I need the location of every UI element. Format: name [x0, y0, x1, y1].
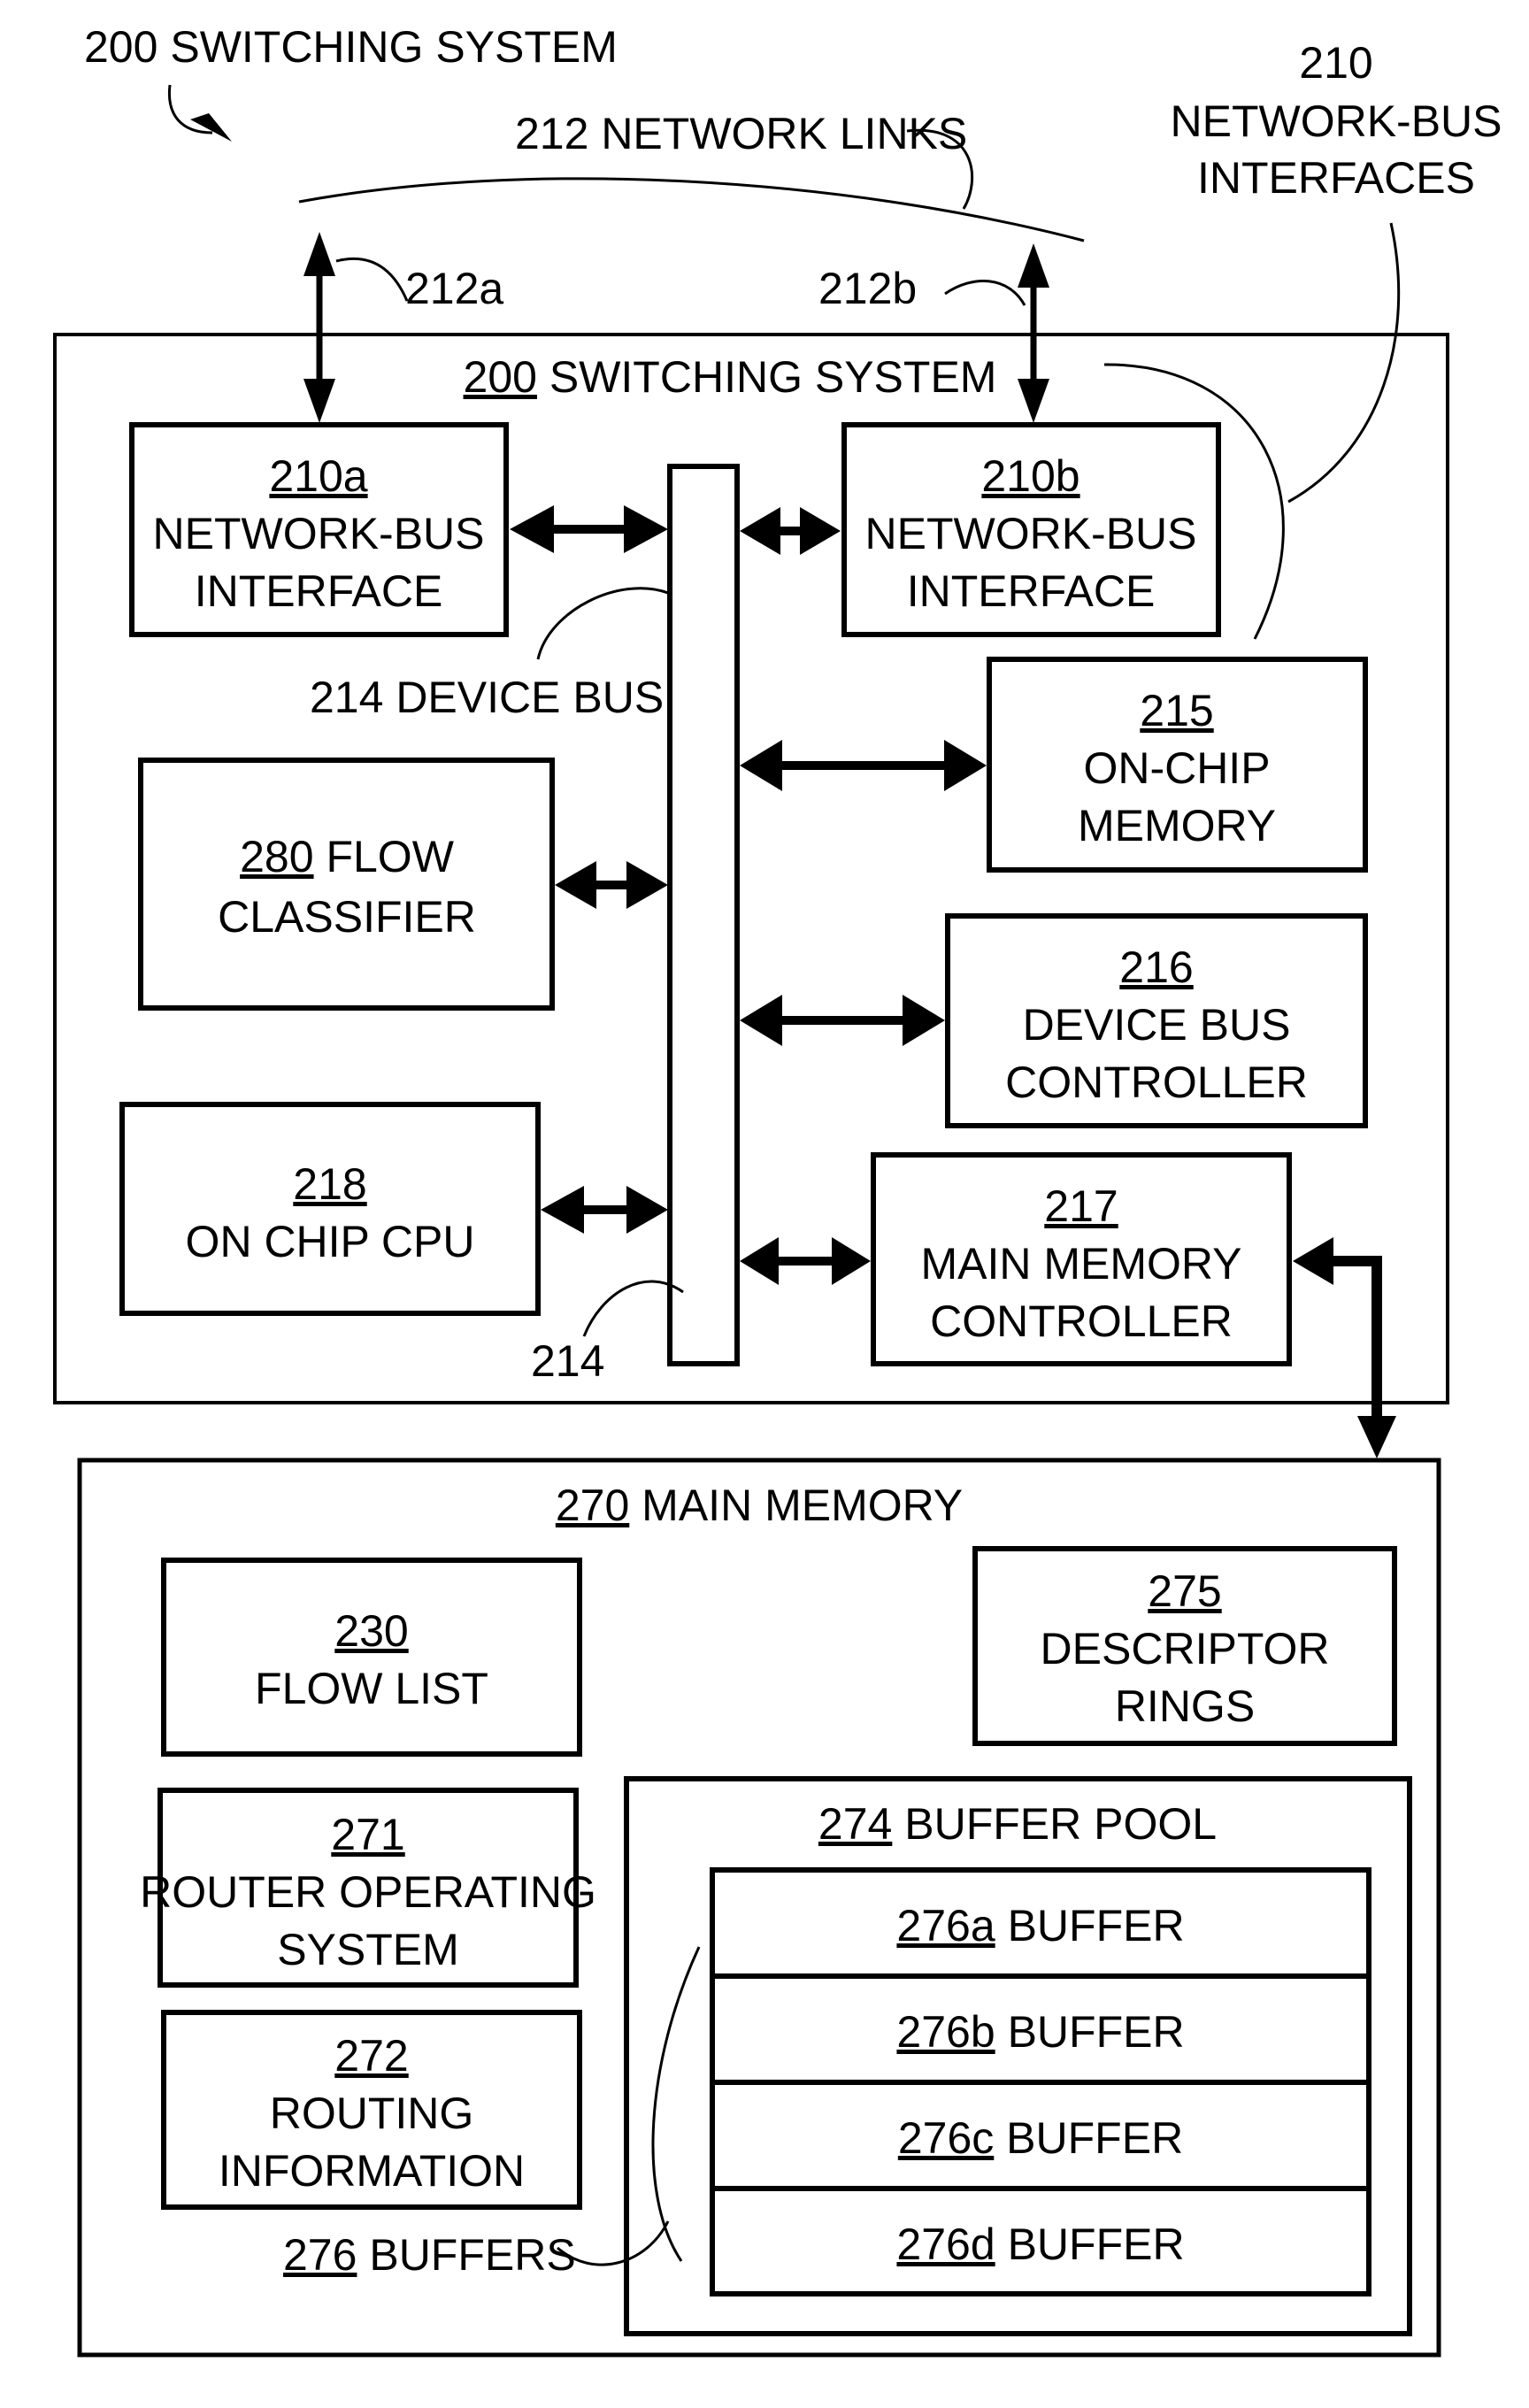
block-210b-line2: INTERFACE [907, 566, 1156, 616]
block-272-line1: ROUTING [270, 2089, 474, 2138]
arrow-bus-210b [740, 507, 841, 555]
arrow-280-bus [555, 861, 668, 909]
block-217-line1: MAIN MEMORY [921, 1239, 1242, 1289]
block-272-line2: INFORMATION [219, 2146, 525, 2196]
interfaces-callout-line2: INTERFACES [1197, 153, 1475, 203]
link-212a-label: 212a [405, 264, 503, 313]
block-271-line2: SYSTEM [277, 1925, 459, 1974]
buffer-276a: 276a BUFFER [710, 1867, 1371, 1979]
block-271-line1: ROUTER OPERATING [140, 1867, 596, 1917]
arrow-210a-bus [510, 505, 668, 553]
block-280-line1: 280 FLOW [240, 832, 455, 881]
block-210a-network-bus-interface: 210a NETWORK-BUS INTERFACE [129, 422, 509, 637]
block-216-device-bus-controller: 216 DEVICE BUS CONTROLLER [945, 913, 1368, 1128]
block-275-line1: DESCRIPTOR [1041, 1624, 1330, 1673]
buffer-276b-label: 276b BUFFER [896, 2007, 1184, 2057]
block-218-line1: ON CHIP CPU [186, 1217, 475, 1266]
block-271-router-operating-system: 271 ROUTER OPERATING SYSTEM [140, 1788, 596, 1988]
link-212b-down-arrowhead [1018, 379, 1049, 423]
block-216-ref: 216 [1119, 942, 1193, 992]
main-memory-heading: 270 MAIN MEMORY [556, 1481, 963, 1530]
block-230-flow-list: 230 FLOW LIST [161, 1558, 582, 1757]
arrow-218-bus [541, 1186, 668, 1234]
buffer-276c-label: 276c BUFFER [898, 2113, 1183, 2163]
link-212a-up-arrowhead [303, 232, 335, 276]
block-216-line2: CONTROLLER [1005, 1058, 1308, 1107]
buffer-276b: 276b BUFFER [710, 1973, 1371, 2085]
link-212a-down-arrowhead [303, 379, 335, 423]
block-210a-ref: 210a [269, 451, 367, 501]
arrow-bus-215 [740, 740, 987, 791]
block-275-line2: RINGS [1115, 1681, 1255, 1731]
buffer-list: 276a BUFFER 276b BUFFER 276c BUFFER 276d… [710, 1867, 1371, 2296]
block-217-ref: 217 [1044, 1181, 1118, 1231]
block-275-descriptor-rings: 275 DESCRIPTOR RINGS [972, 1546, 1397, 1746]
block-280-flow-classifier: 280 FLOW CLASSIFIER [138, 758, 555, 1011]
block-280-line2: CLASSIFIER [218, 892, 476, 942]
block-275-ref: 275 [1148, 1566, 1221, 1616]
block-215-on-chip-memory: 215 ON-CHIP MEMORY [987, 657, 1368, 873]
network-links-arc [298, 177, 1085, 242]
link-212a-leader [335, 257, 409, 302]
buffer-276a-label: 276a BUFFER [896, 1901, 1184, 1950]
arrow-bus-217 [740, 1237, 871, 1285]
block-272-routing-information: 272 ROUTING INFORMATION [161, 2010, 582, 2210]
buffer-pool-heading: 274 BUFFER POOL [818, 1799, 1217, 1849]
device-bus-214 [667, 464, 740, 1366]
block-218-on-chip-cpu: 218 ON CHIP CPU [119, 1102, 541, 1316]
block-215-line2: MEMORY [1078, 801, 1276, 850]
figure-pointer-arrowhead [190, 113, 232, 142]
interfaces-callout-line1: NETWORK-BUS [1171, 96, 1502, 146]
block-210b-network-bus-interface: 210b NETWORK-BUS INTERFACE [841, 422, 1221, 637]
block-216-line1: DEVICE BUS [1023, 1000, 1291, 1050]
figure-title: 200 SWITCHING SYSTEM [84, 22, 618, 72]
block-215-line1: ON-CHIP [1083, 743, 1270, 793]
block-271-ref: 271 [331, 1810, 404, 1859]
block-210a-line2: INTERFACE [195, 566, 443, 616]
network-links-callout: 212 NETWORK LINKS [515, 109, 967, 158]
block-230-line1: FLOW LIST [255, 1664, 488, 1713]
block-217-main-memory-controller: 217 MAIN MEMORY CONTROLLER [871, 1152, 1292, 1366]
switching-system-heading: 200 SWITCHING SYSTEM [464, 352, 997, 402]
block-210b-ref: 210b [981, 451, 1080, 501]
link-212b-up-arrowhead [1018, 243, 1049, 288]
device-bus-callout: 214 DEVICE BUS [310, 673, 664, 722]
switching-system-diagram: 200 SWITCHING SYSTEM 212 NETWORK LINKS 2… [53, 22, 1502, 2358]
interfaces-callout-ref: 210 [1299, 38, 1372, 88]
block-272-ref: 272 [334, 2031, 408, 2081]
buffers-callout: 276 BUFFERS [283, 2230, 576, 2280]
link-212b-leader [944, 280, 1026, 306]
arrow-bus-216 [740, 995, 945, 1046]
block-210a-line1: NETWORK-BUS [153, 509, 485, 558]
block-218-ref: 218 [293, 1159, 366, 1209]
buffer-276c: 276c BUFFER [710, 2080, 1371, 2191]
buffer-276d: 276d BUFFER [710, 2186, 1371, 2296]
block-215-ref: 215 [1140, 686, 1213, 735]
device-bus-leader [536, 587, 669, 660]
device-bus-ref-label: 214 [531, 1336, 604, 1386]
arrow-217-main-memory [1293, 1237, 1396, 1458]
block-230-ref: 230 [334, 1606, 408, 1656]
block-217-line2: CONTROLLER [930, 1296, 1233, 1346]
link-212b-label: 212b [818, 264, 917, 313]
block-210b-line1: NETWORK-BUS [865, 509, 1197, 558]
interfaces-leader-outer [1287, 222, 1401, 504]
buffer-276d-label: 276d BUFFER [896, 2220, 1184, 2269]
